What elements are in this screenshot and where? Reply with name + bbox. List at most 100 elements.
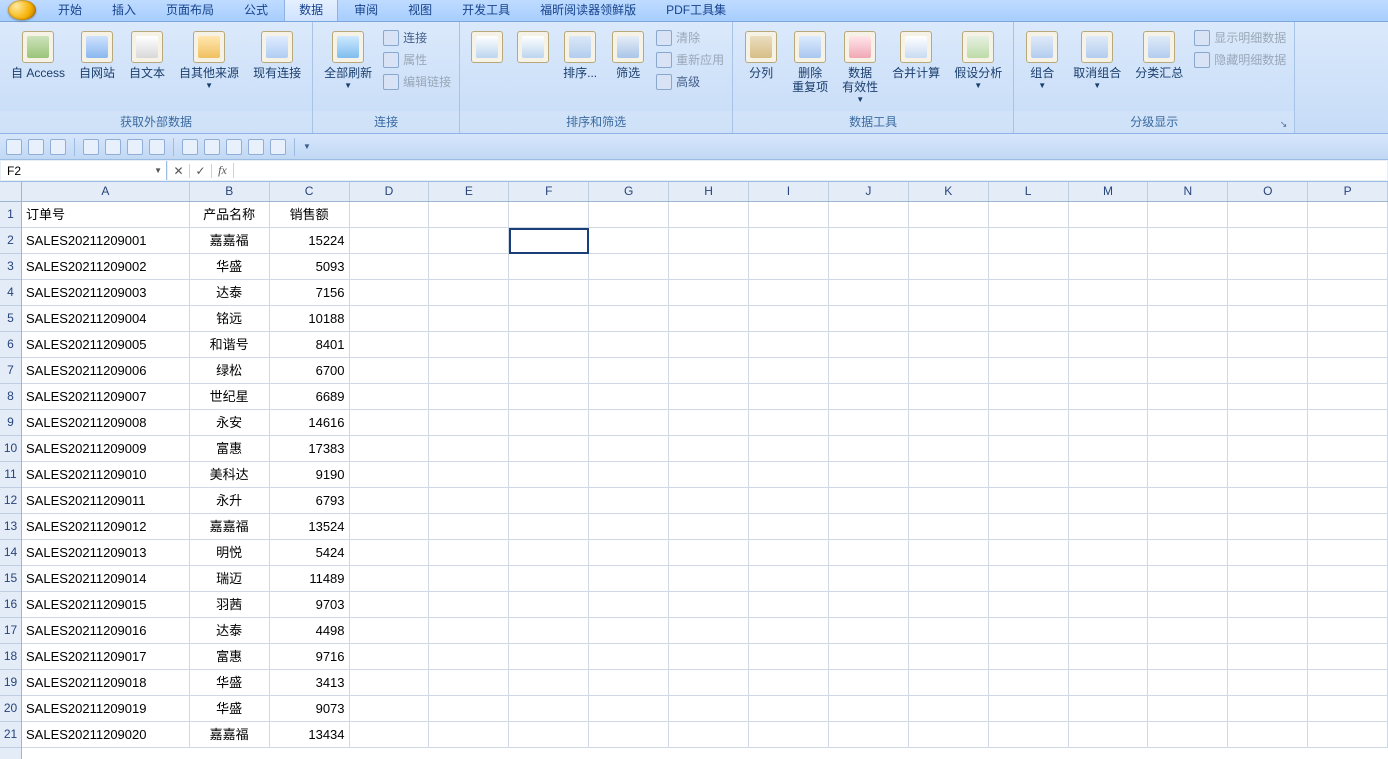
- cell-A20[interactable]: SALES20211209019: [22, 696, 190, 722]
- cell-A19[interactable]: SALES20211209018: [22, 670, 190, 696]
- dialog-launcher-icon[interactable]: ↘: [1276, 119, 1292, 132]
- cell-N2[interactable]: [1148, 228, 1228, 254]
- cell-I12[interactable]: [749, 488, 829, 514]
- row-header-14[interactable]: 14: [0, 540, 21, 566]
- cell-H2[interactable]: [669, 228, 749, 254]
- cell-H3[interactable]: [669, 254, 749, 280]
- cell-K6[interactable]: [909, 332, 989, 358]
- cell-L6[interactable]: [989, 332, 1069, 358]
- cell-G1[interactable]: [589, 202, 669, 228]
- cell-N4[interactable]: [1148, 280, 1228, 306]
- refresh-all-button[interactable]: 全部刷新▼: [319, 26, 377, 93]
- cell-C3[interactable]: 5093: [270, 254, 350, 280]
- cell-L10[interactable]: [989, 436, 1069, 462]
- cell-O2[interactable]: [1228, 228, 1308, 254]
- cell-A6[interactable]: SALES20211209005: [22, 332, 190, 358]
- col-header-J[interactable]: J: [829, 182, 909, 201]
- cell-N13[interactable]: [1148, 514, 1228, 540]
- cell-L5[interactable]: [989, 306, 1069, 332]
- cell-D5[interactable]: [350, 306, 430, 332]
- cell-P7[interactable]: [1308, 358, 1388, 384]
- cell-F4[interactable]: [509, 280, 589, 306]
- col-header-F[interactable]: F: [509, 182, 589, 201]
- cell-B15[interactable]: 瑞迈: [190, 566, 270, 592]
- col-header-M[interactable]: M: [1069, 182, 1149, 201]
- cell-P18[interactable]: [1308, 644, 1388, 670]
- cell-O3[interactable]: [1228, 254, 1308, 280]
- cell-I5[interactable]: [749, 306, 829, 332]
- cell-N11[interactable]: [1148, 462, 1228, 488]
- sort-desc-button[interactable]: [512, 26, 554, 69]
- cell-G9[interactable]: [589, 410, 669, 436]
- cell-N12[interactable]: [1148, 488, 1228, 514]
- cell-K1[interactable]: [909, 202, 989, 228]
- cell-M10[interactable]: [1069, 436, 1149, 462]
- cell-C11[interactable]: 9190: [270, 462, 350, 488]
- cell-J15[interactable]: [829, 566, 909, 592]
- cell-L8[interactable]: [989, 384, 1069, 410]
- cell-D15[interactable]: [350, 566, 430, 592]
- cell-P20[interactable]: [1308, 696, 1388, 722]
- cell-C17[interactable]: 4498: [270, 618, 350, 644]
- cell-A10[interactable]: SALES20211209009: [22, 436, 190, 462]
- cell-F15[interactable]: [509, 566, 589, 592]
- cell-E12[interactable]: [429, 488, 509, 514]
- qat-paste-icon[interactable]: [127, 139, 143, 155]
- cell-K2[interactable]: [909, 228, 989, 254]
- cell-J17[interactable]: [829, 618, 909, 644]
- cell-G21[interactable]: [589, 722, 669, 748]
- menu-tab-9[interactable]: PDF工具集: [652, 0, 740, 21]
- cell-H5[interactable]: [669, 306, 749, 332]
- text-to-columns-button[interactable]: 分列: [739, 26, 783, 83]
- cell-N21[interactable]: [1148, 722, 1228, 748]
- cell-I14[interactable]: [749, 540, 829, 566]
- cell-N9[interactable]: [1148, 410, 1228, 436]
- cell-P3[interactable]: [1308, 254, 1388, 280]
- cell-A11[interactable]: SALES20211209010: [22, 462, 190, 488]
- cell-M21[interactable]: [1069, 722, 1149, 748]
- cell-I10[interactable]: [749, 436, 829, 462]
- cell-N6[interactable]: [1148, 332, 1228, 358]
- cell-K14[interactable]: [909, 540, 989, 566]
- cell-J9[interactable]: [829, 410, 909, 436]
- row-header-5[interactable]: 5: [0, 306, 21, 332]
- cell-H17[interactable]: [669, 618, 749, 644]
- cell-D17[interactable]: [350, 618, 430, 644]
- cell-J13[interactable]: [829, 514, 909, 540]
- cell-K18[interactable]: [909, 644, 989, 670]
- menu-tab-8[interactable]: 福昕阅读器领鲜版: [526, 0, 650, 21]
- cell-L7[interactable]: [989, 358, 1069, 384]
- cell-P17[interactable]: [1308, 618, 1388, 644]
- cell-J2[interactable]: [829, 228, 909, 254]
- group-button[interactable]: 组合▼: [1020, 26, 1064, 93]
- cell-B14[interactable]: 明悦: [190, 540, 270, 566]
- qat-print-preview-icon[interactable]: [248, 139, 264, 155]
- menu-tab-2[interactable]: 页面布局: [152, 0, 228, 21]
- cell-K3[interactable]: [909, 254, 989, 280]
- cell-M20[interactable]: [1069, 696, 1149, 722]
- cell-E5[interactable]: [429, 306, 509, 332]
- col-header-O[interactable]: O: [1228, 182, 1308, 201]
- connections-link-button[interactable]: 连接: [381, 28, 453, 47]
- cell-M5[interactable]: [1069, 306, 1149, 332]
- cell-P4[interactable]: [1308, 280, 1388, 306]
- cell-G6[interactable]: [589, 332, 669, 358]
- cell-D3[interactable]: [350, 254, 430, 280]
- col-header-D[interactable]: D: [350, 182, 430, 201]
- cell-G8[interactable]: [589, 384, 669, 410]
- cell-D2[interactable]: [350, 228, 430, 254]
- advanced-button[interactable]: 高级: [654, 72, 726, 91]
- cell-M2[interactable]: [1069, 228, 1149, 254]
- cell-J14[interactable]: [829, 540, 909, 566]
- cell-A9[interactable]: SALES20211209008: [22, 410, 190, 436]
- cell-A1[interactable]: 订单号: [22, 202, 190, 228]
- cell-B8[interactable]: 世纪星: [190, 384, 270, 410]
- cell-B13[interactable]: 嘉嘉福: [190, 514, 270, 540]
- cell-C15[interactable]: 11489: [270, 566, 350, 592]
- cell-P1[interactable]: [1308, 202, 1388, 228]
- cell-O18[interactable]: [1228, 644, 1308, 670]
- cell-A13[interactable]: SALES20211209012: [22, 514, 190, 540]
- from-access-button[interactable]: 自 Access: [6, 26, 70, 83]
- cell-M18[interactable]: [1069, 644, 1149, 670]
- cell-E6[interactable]: [429, 332, 509, 358]
